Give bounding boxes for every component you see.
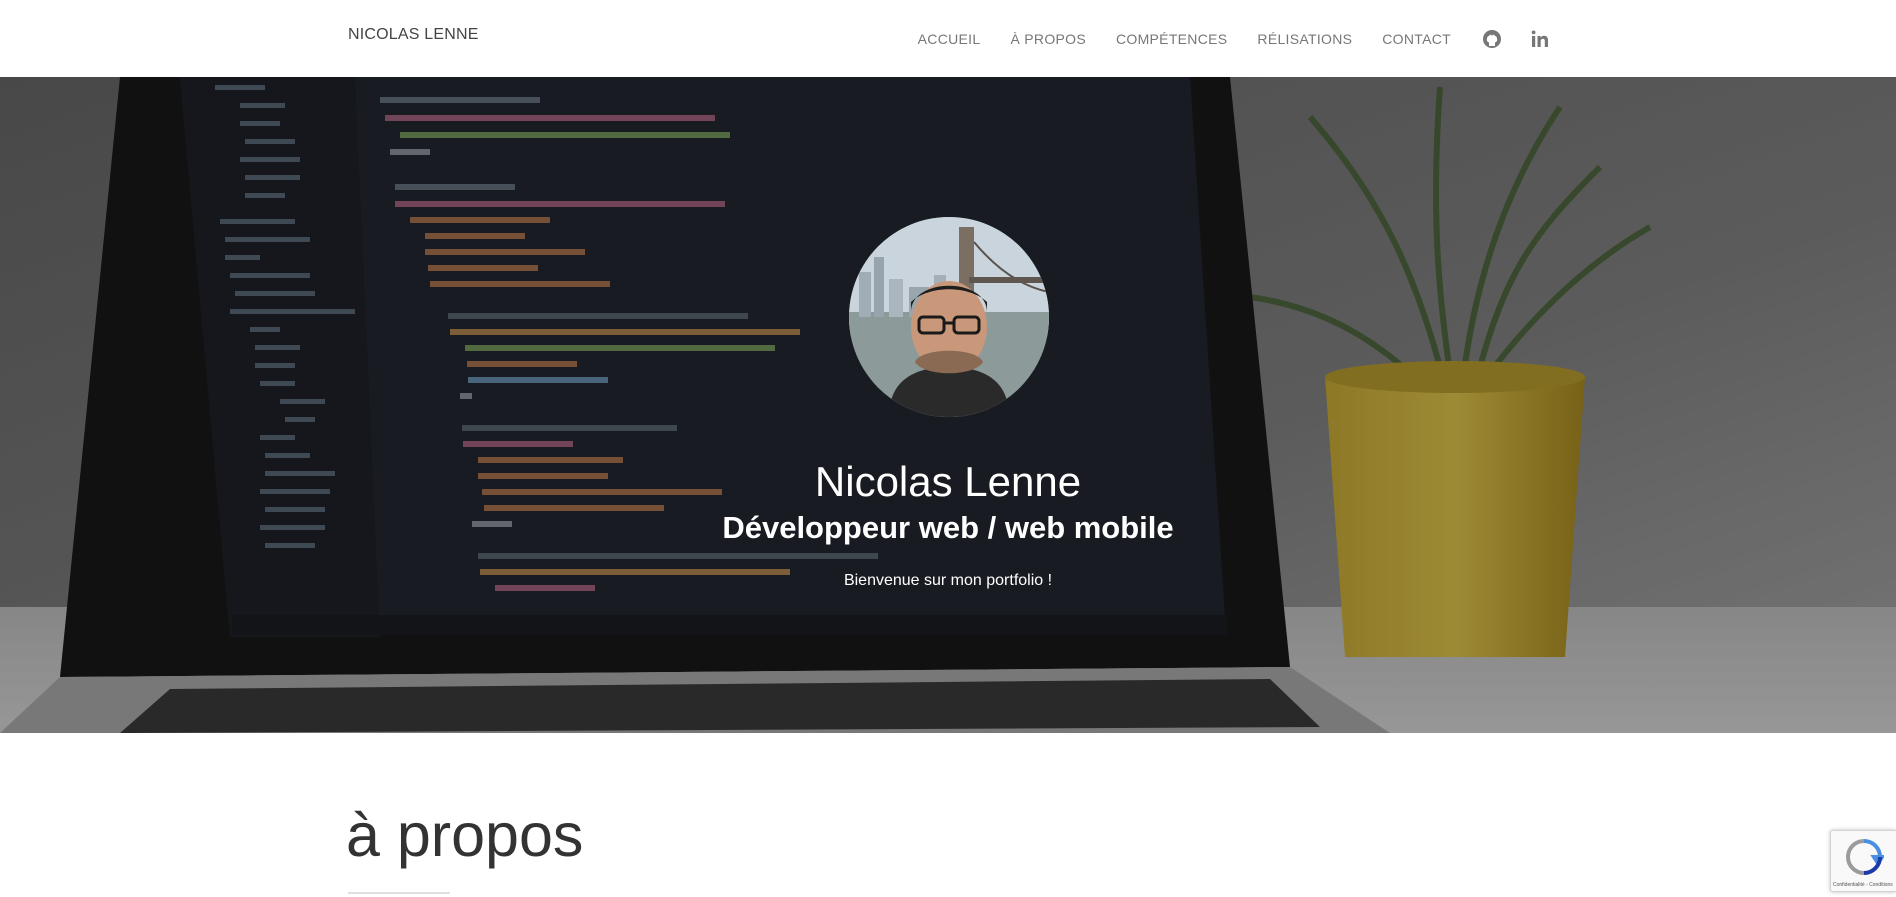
recaptcha-footer-text[interactable]: Confidentialité - Conditions	[1833, 882, 1893, 888]
github-link[interactable]	[1466, 29, 1502, 49]
profile-photo	[849, 217, 1049, 417]
about-section-title: à propos	[346, 801, 584, 869]
nav-link-accueil[interactable]: ACCUEIL	[903, 31, 996, 47]
brand-link[interactable]: NICOLAS LENNE	[348, 26, 479, 44]
main-menu: ACCUEIL À PROPOS COMPÉTENCES RÉLISATIONS…	[903, 0, 1550, 77]
linkedin-icon	[1531, 30, 1548, 47]
nav-link-competences[interactable]: COMPÉTENCES	[1101, 31, 1242, 47]
about-title-divider	[348, 892, 450, 894]
nav-link-contact[interactable]: CONTACT	[1367, 31, 1466, 47]
recaptcha-badge[interactable]: Confidentialité - Conditions	[1830, 830, 1896, 892]
hero-welcome-text: Bienvenue sur mon portfolio !	[843, 572, 1053, 589]
hero-job-title: Développeur web / web mobile	[722, 510, 1174, 545]
hero-name: Nicolas Lenne	[814, 458, 1082, 505]
linkedin-link[interactable]	[1502, 29, 1550, 49]
top-navbar: NICOLAS LENNE ACCUEIL À PROPOS COMPÉTENC…	[0, 0, 1896, 77]
hero-section: Nicolas Lenne Développeur web / web mobi…	[0, 77, 1896, 733]
nav-link-realisations[interactable]: RÉLISATIONS	[1242, 31, 1367, 47]
nav-link-a-propos[interactable]: À PROPOS	[995, 31, 1101, 47]
avatar	[849, 217, 1049, 417]
github-icon	[1483, 29, 1501, 48]
recaptcha-icon	[1845, 839, 1884, 875]
